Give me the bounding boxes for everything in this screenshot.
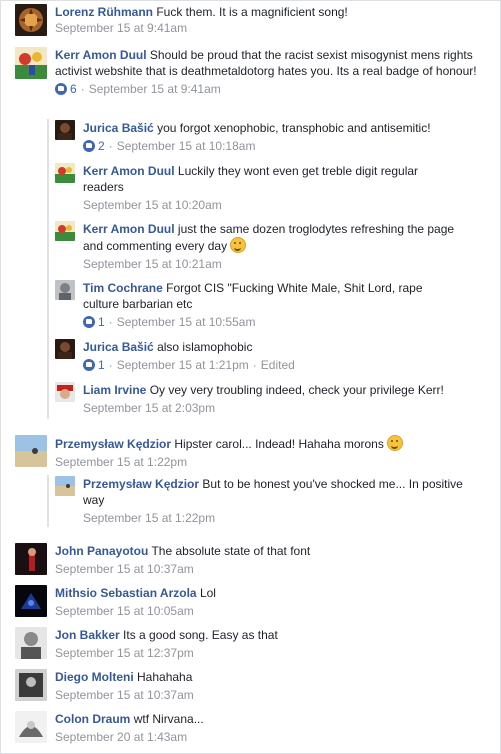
comment-thread: Lorenz Rühmann Fuck them. It is a magnif… (0, 0, 501, 754)
commenter-name[interactable]: Jon Bakker (55, 628, 120, 642)
reply: Kerr Amon Duul just the same dozen trogl… (55, 221, 475, 272)
commenter-name[interactable]: Colon Draum (55, 712, 130, 726)
like-icon (55, 83, 67, 95)
reply: Przemysław Kędzior But to be honest you'… (55, 476, 475, 526)
avatar[interactable] (55, 476, 75, 496)
avatar[interactable] (15, 47, 47, 79)
like-count[interactable]: 1 (98, 358, 105, 372)
timestamp[interactable]: September 15 at 10:18am (117, 139, 256, 153)
commenter-name[interactable]: Jurica Bašić (83, 121, 154, 135)
timestamp[interactable]: September 15 at 2:03pm (83, 401, 215, 415)
like-icon (83, 359, 95, 371)
timestamp[interactable]: September 15 at 10:55am (117, 315, 256, 329)
edited-label[interactable]: Edited (261, 358, 295, 372)
avatar[interactable] (15, 435, 47, 467)
comment: Colon Draum wtf Nirvana... September 20 … (15, 711, 485, 745)
like-count[interactable]: 2 (98, 139, 105, 153)
commenter-name[interactable]: Kerr Amon Duul (83, 222, 175, 236)
comment: Przemysław Kędzior Hipster carol... Inde… (15, 435, 485, 470)
timestamp[interactable]: September 15 at 10:37am (55, 562, 194, 576)
comment: Lorenz Rühmann Fuck them. It is a magnif… (15, 4, 485, 36)
timestamp[interactable]: September 15 at 9:41am (55, 21, 187, 35)
reply: Kerr Amon Duul Luckily they wont even ge… (55, 163, 455, 213)
avatar[interactable] (15, 4, 47, 36)
commenter-name[interactable]: Przemysław Kędzior (55, 437, 171, 451)
avatar[interactable] (15, 543, 47, 575)
comment: Kerr Amon Duul Should be proud that the … (15, 47, 485, 97)
avatar[interactable] (55, 339, 75, 359)
timestamp[interactable]: September 15 at 9:41am (89, 82, 221, 96)
timestamp[interactable]: September 15 at 1:21pm (117, 358, 249, 372)
commenter-name[interactable]: Jurica Bašić (83, 340, 154, 354)
comment-text: Oy vey very troubling indeed, check your… (149, 383, 444, 397)
comment: Mithsio Sebastian Arzola Lol September 1… (15, 585, 485, 619)
comment-text: wtf Nirvana... (133, 712, 204, 726)
comment-text: Lol (199, 586, 216, 600)
comment: John Panayotou The absolute state of tha… (15, 543, 485, 577)
reply: Jurica Bašić you forgot xenophobic, tran… (55, 120, 475, 154)
timestamp[interactable]: September 15 at 10:37am (55, 688, 194, 702)
commenter-name[interactable]: John Panayotou (55, 544, 148, 558)
comment-text: Its a good song. Easy as that (123, 628, 278, 642)
commenter-name[interactable]: Diego Molteni (55, 670, 134, 684)
timestamp[interactable]: September 15 at 10:05am (55, 604, 194, 618)
avatar[interactable] (15, 585, 47, 617)
avatar[interactable] (55, 382, 75, 402)
reply: Liam Irvine Oy vey very troubling indeed… (55, 382, 475, 416)
timestamp[interactable]: September 15 at 10:21am (83, 257, 222, 271)
commenter-name[interactable]: Przemysław Kędzior (83, 477, 199, 491)
avatar[interactable] (15, 669, 47, 701)
avatar[interactable] (55, 280, 75, 300)
comment-text: Hahahaha (137, 670, 193, 684)
commenter-name[interactable]: Kerr Amon Duul (55, 48, 147, 62)
comment-text: Fuck them. It is a magnificient song! (156, 5, 348, 19)
timestamp[interactable]: September 15 at 12:37pm (55, 646, 194, 660)
like-count[interactable]: 1 (98, 315, 105, 329)
commenter-name[interactable]: Tim Cochrane (83, 281, 163, 295)
reply-thread-line (47, 119, 49, 419)
commenter-name[interactable]: Liam Irvine (83, 383, 146, 397)
grin-emoji-icon (230, 237, 247, 253)
avatar[interactable] (15, 627, 47, 659)
comment-text: The absolute state of that font (151, 544, 311, 558)
reply: Tim Cochrane Forgot CIS "Fucking White M… (55, 280, 435, 330)
commenter-name[interactable]: Lorenz Rühmann (55, 5, 153, 19)
reply: Jurica Bašić also islamophobic 1 · Septemb… (55, 339, 475, 373)
avatar[interactable] (55, 120, 75, 140)
timestamp[interactable]: September 15 at 10:20am (83, 198, 222, 212)
comment-text: also islamophobic (157, 340, 253, 354)
avatar[interactable] (15, 711, 47, 743)
comment-text: Hipster carol... Indead! Hahaha morons (174, 437, 384, 451)
timestamp[interactable]: September 15 at 1:22pm (83, 511, 215, 525)
timestamp[interactable]: September 15 at 1:22pm (55, 455, 187, 469)
commenter-name[interactable]: Kerr Amon Duul (83, 164, 175, 178)
timestamp[interactable]: September 20 at 1:43am (55, 730, 187, 744)
commenter-name[interactable]: Mithsio Sebastian Arzola (55, 586, 197, 600)
comment-text: you forgot xenophobic, transphobic and a… (157, 121, 431, 135)
avatar[interactable] (55, 221, 75, 241)
like-count[interactable]: 6 (70, 82, 77, 96)
reply-thread-line (47, 475, 49, 527)
comment: Jon Bakker Its a good song. Easy as that… (15, 627, 485, 661)
avatar[interactable] (55, 163, 75, 183)
comment: Diego Molteni Hahahaha September 15 at 1… (15, 669, 485, 703)
like-icon (83, 316, 95, 328)
smile-emoji-icon (387, 435, 404, 451)
like-icon (83, 140, 95, 152)
